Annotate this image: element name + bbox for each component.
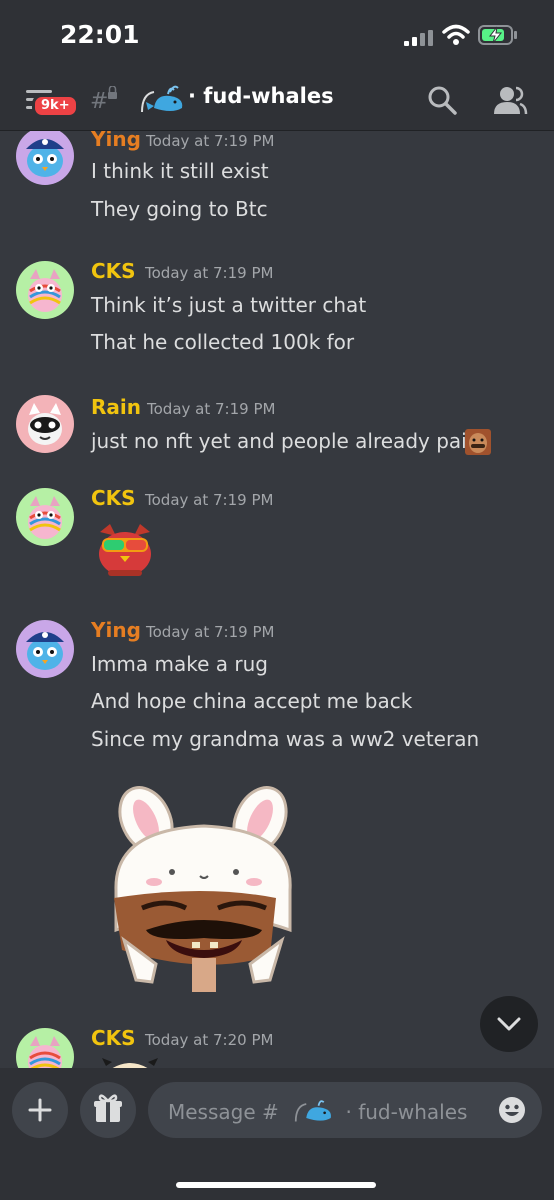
timestamp: Today at 7:19 PM	[146, 623, 275, 641]
timestamp: Today at 7:19 PM	[146, 132, 275, 150]
timestamp: Today at 7:19 PM	[145, 491, 274, 509]
message-text: Since my grandma was a ww2 veteran	[91, 727, 480, 751]
avatar[interactable]	[16, 395, 74, 453]
emoji-icon[interactable]	[498, 1096, 526, 1124]
signal-icon	[404, 30, 433, 46]
placeholder-channel: · fud-whales	[345, 1100, 468, 1124]
status-time: 22:01	[60, 20, 140, 49]
timestamp: Today at 7:19 PM	[147, 400, 276, 418]
message-list: Ying Today at 7:19 PM I think it still e…	[0, 131, 554, 1068]
message-text: I think it still exist	[91, 159, 269, 183]
username[interactable]: CKS	[91, 1026, 136, 1050]
message-text: Think it’s just a twitter chat	[91, 293, 367, 317]
threads-icon[interactable]: #	[90, 86, 120, 112]
username[interactable]: CKS	[91, 486, 136, 510]
username[interactable]: Ying	[91, 131, 141, 151]
message-text: And hope china accept me back	[91, 689, 413, 713]
placeholder-prefix: Message #	[168, 1100, 279, 1124]
message-input[interactable]: Message # · fud-whales	[148, 1082, 542, 1138]
message-text: They going to Btc	[91, 197, 268, 221]
avatar[interactable]	[16, 261, 74, 319]
add-icon	[28, 1098, 52, 1122]
home-indicator	[176, 1182, 376, 1188]
message-text: just no nft yet and people already paid	[91, 429, 480, 453]
whale-icon	[141, 85, 183, 113]
battery-charging-icon	[478, 25, 517, 45]
channel-header: 9k+ # · fud-whales	[0, 66, 554, 131]
message-text: Imma make a rug	[91, 652, 268, 676]
avatar[interactable]	[16, 488, 74, 546]
search-icon[interactable]	[426, 84, 458, 116]
status-bar: 22:01	[0, 0, 554, 66]
timestamp: Today at 7:20 PM	[145, 1031, 274, 1049]
emoji-reaction-icon	[465, 429, 491, 455]
bunny-hat-sticker-image[interactable]	[106, 780, 302, 994]
message-composer: Message # · fud-whales	[0, 1068, 554, 1200]
avatar[interactable]	[16, 131, 74, 185]
username[interactable]: Rain	[91, 395, 141, 419]
wifi-icon	[442, 24, 470, 45]
avatar[interactable]	[16, 620, 74, 678]
message-placeholder: Message # · fud-whales	[168, 1097, 467, 1125]
members-icon[interactable]	[492, 84, 528, 116]
message-text: That he collected 100k for	[91, 330, 355, 354]
whale-icon	[295, 1100, 332, 1122]
add-attachment-button[interactable]	[12, 1082, 68, 1138]
unread-badge: 9k+	[32, 94, 79, 118]
chevron-down-icon	[497, 1017, 521, 1031]
gift-icon	[94, 1094, 122, 1122]
username[interactable]: Ying	[91, 618, 141, 642]
svg-text:#: #	[90, 89, 108, 112]
channel-name[interactable]: · fud-whales	[188, 84, 334, 108]
sticker-image[interactable]	[100, 1056, 160, 1068]
avatar[interactable]	[16, 1028, 74, 1068]
jump-to-bottom-button[interactable]	[480, 996, 538, 1052]
timestamp: Today at 7:19 PM	[145, 264, 274, 282]
gift-button[interactable]	[80, 1082, 136, 1138]
owl-sticker-image[interactable]	[92, 522, 158, 578]
username[interactable]: CKS	[91, 259, 136, 283]
